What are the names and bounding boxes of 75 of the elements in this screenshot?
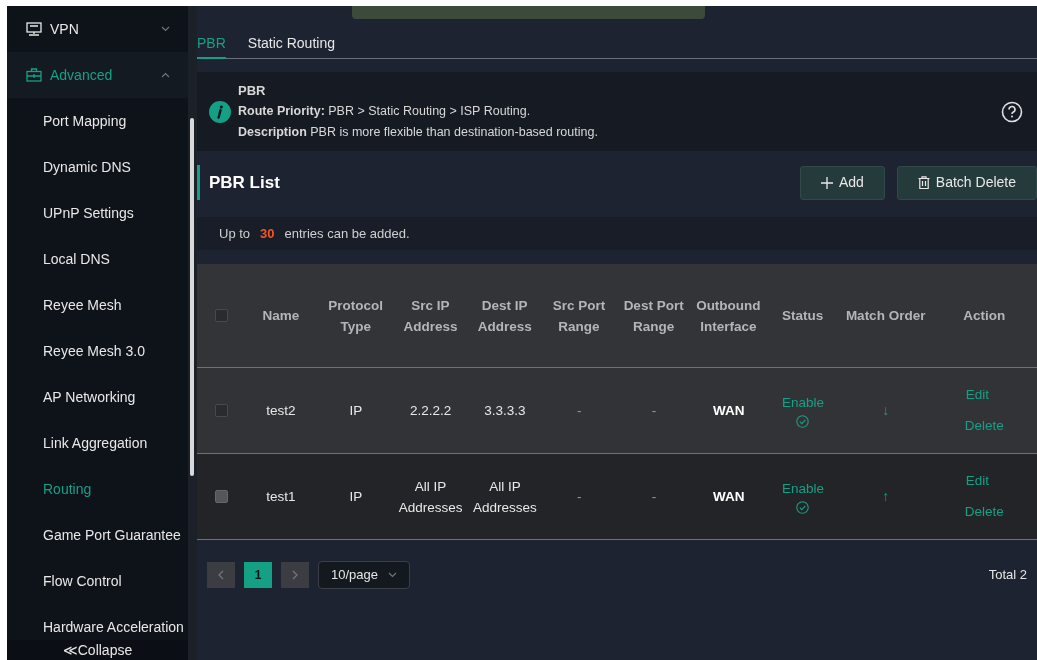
next-page-button[interactable] (281, 562, 309, 588)
table-cell-text: All IP Addresses (397, 477, 464, 517)
column-header: Dest IP Address (476, 296, 533, 336)
sidebar-item[interactable]: Local DNS (7, 236, 188, 282)
edit-link[interactable]: Edit (965, 470, 989, 491)
info-title: PBR (238, 82, 267, 100)
check-circle-icon (796, 501, 810, 515)
column-header: Status (782, 307, 824, 325)
sidebar-item[interactable]: Link Aggregation (7, 420, 188, 466)
checkbox[interactable] (214, 490, 228, 503)
chevron-down-icon (161, 26, 170, 32)
info-icon (209, 100, 231, 123)
page-button[interactable]: 1 (244, 562, 272, 588)
sidebar-group[interactable]: Advanced (7, 52, 188, 98)
sidebar-item[interactable]: Dynamic DNS (7, 144, 188, 190)
check-circle-icon (796, 415, 810, 429)
column-header: Match Order (845, 307, 926, 325)
table-cell-text: All IP Addresses (472, 477, 538, 517)
sidebar-item[interactable]: Hardware Acceleration (7, 604, 188, 640)
table-cell-text: WAN (713, 488, 745, 506)
column-header: Protocol Type (327, 296, 385, 336)
sidebar-item[interactable]: Reyee Mesh (7, 282, 188, 328)
collapse-button[interactable]: ≪Collapse (7, 640, 188, 660)
table-cell-text: - (576, 488, 582, 506)
table-cell-text: IP (349, 488, 363, 506)
scrollbar-thumb[interactable] (190, 118, 194, 476)
add-button[interactable]: Add (799, 165, 885, 200)
sidebar-item[interactable]: Routing (7, 466, 188, 512)
column-header: Action (963, 307, 1006, 325)
column-header: Name (262, 307, 300, 325)
chevron-right-icon (291, 570, 299, 580)
plus-icon (820, 176, 833, 189)
delete-link[interactable]: Delete (964, 502, 1004, 523)
sidebar-item[interactable]: Port Mapping (7, 98, 188, 144)
table-cell-text: - (576, 402, 582, 420)
table-cell-text: - (651, 402, 657, 420)
toolbox-icon (26, 68, 42, 82)
note-text: entries can be added. (284, 224, 410, 243)
tab[interactable]: PBR (197, 30, 226, 59)
column-header: Outbound Interface (695, 296, 762, 336)
chevron-up-icon (161, 72, 170, 78)
help-icon[interactable] (1001, 100, 1023, 123)
table-cell-text: WAN (713, 402, 745, 420)
column-header: Dest Port Range (622, 296, 685, 336)
status-cell: Enable (765, 478, 840, 515)
monitor-icon (26, 22, 42, 36)
total-count: Total 2 (988, 566, 1027, 585)
note-text: Up to (219, 224, 251, 243)
chevron-left-icon (217, 570, 225, 580)
info-text: Description PBR is more flexible than destination-based routing. (238, 124, 599, 141)
status-cell: Enable (765, 392, 840, 429)
table-cell-text: test1 (266, 488, 296, 506)
column-header: Src IP Address (402, 296, 459, 336)
trash-icon (917, 176, 930, 189)
table-cell-text: test2 (266, 402, 296, 420)
table-cell-text: IP (349, 402, 363, 420)
info-text: Route Priority: PBR > Static Routing > ISP Routing. (238, 103, 532, 120)
table-cell-text: 3.3.3.3 (484, 402, 526, 420)
chevron-down-icon (388, 572, 397, 578)
section-title: PBR List (197, 165, 280, 200)
page-size-select[interactable]: 10/page (318, 561, 410, 589)
sidebar-group[interactable]: VPN (7, 6, 188, 52)
sidebar-item[interactable]: Reyee Mesh 3.0 (7, 328, 188, 374)
previous-page-button[interactable] (207, 562, 235, 588)
sidebar-item[interactable]: Game Port Guarantee (7, 512, 188, 558)
table-cell-text: 2.2.2.2 (409, 402, 452, 420)
column-header: Src Port Range (551, 296, 607, 336)
batch-delete-button[interactable]: Batch Delete (896, 165, 1037, 200)
move-button[interactable]: ↑ (882, 486, 890, 507)
sidebar-item[interactable]: Flow Control (7, 558, 188, 604)
table-cell-text: - (651, 488, 657, 506)
sidebar-item[interactable]: UPnP Settings (7, 190, 188, 236)
entry-limit: 30 (260, 224, 275, 243)
tab[interactable]: Static Routing (247, 30, 335, 59)
sidebar-item[interactable]: AP Networking (7, 374, 188, 420)
